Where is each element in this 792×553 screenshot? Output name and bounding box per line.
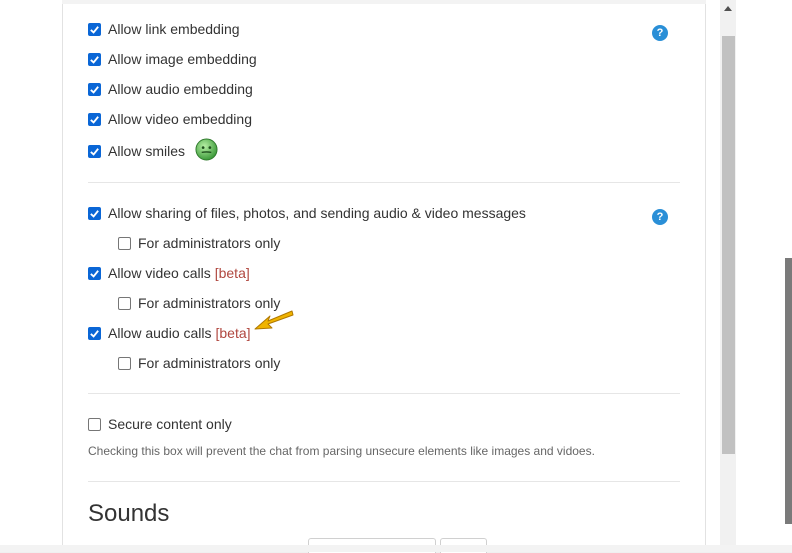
audio-calls-admins-only-label: For administrators only: [138, 355, 281, 371]
allow-audio-calls-row[interactable]: Allow audio calls [beta]: [88, 323, 251, 343]
allow-link-embedding-row[interactable]: Allow link embedding: [88, 19, 240, 39]
allow-smiles-label: Allow smiles: [108, 143, 186, 159]
allow-audio-embedding-row[interactable]: Allow audio embedding: [88, 79, 253, 99]
secure-content-label: Secure content only: [108, 416, 232, 432]
sounds-heading: Sounds: [88, 500, 170, 527]
allow-image-embedding-checkbox[interactable]: [88, 52, 101, 66]
audio-calls-admins-only-checkbox[interactable]: [118, 356, 131, 370]
panel-top-edge: [62, 0, 706, 4]
allow-smiles-row[interactable]: Allow smiles: [88, 138, 218, 164]
secure-content-hint: Checking this box will prevent the chat …: [88, 444, 595, 458]
allow-video-calls-checkbox[interactable]: [88, 266, 101, 280]
allow-image-embedding-label: Allow image embedding: [108, 51, 257, 67]
help-icon[interactable]: ?: [652, 209, 668, 225]
help-icon[interactable]: ?: [652, 25, 668, 41]
allow-video-embedding-row[interactable]: Allow video embedding: [88, 109, 252, 129]
divider: [88, 393, 680, 394]
allow-smiles-checkbox[interactable]: [88, 144, 101, 158]
audio-calls-admins-only-row[interactable]: For administrators only: [118, 353, 280, 373]
sharing-admins-only-checkbox[interactable]: [118, 236, 131, 250]
allow-sharing-label: Allow sharing of files, photos, and send…: [108, 205, 526, 221]
divider: [88, 182, 680, 183]
bottom-edge: [0, 545, 792, 552]
allow-audio-calls-label: Allow audio calls: [108, 325, 212, 341]
video-calls-admins-only-checkbox[interactable]: [118, 296, 131, 310]
allow-audio-embedding-label: Allow audio embedding: [108, 81, 253, 97]
allow-audio-calls-checkbox[interactable]: [88, 326, 101, 340]
arrow-pointer-icon: [252, 307, 296, 342]
smiley-icon: [195, 138, 218, 164]
allow-image-embedding-row[interactable]: Allow image embedding: [88, 49, 257, 69]
allow-video-embedding-checkbox[interactable]: [88, 112, 101, 126]
scroll-up-icon[interactable]: [720, 0, 736, 17]
sharing-admins-only-label: For administrators only: [138, 235, 281, 251]
allow-sharing-row[interactable]: Allow sharing of files, photos, and send…: [88, 203, 526, 223]
allow-link-embedding-checkbox[interactable]: [88, 22, 101, 36]
secure-content-row[interactable]: Secure content only: [88, 414, 232, 434]
allow-video-calls-label: Allow video calls: [108, 265, 211, 281]
allow-link-embedding-label: Allow link embedding: [108, 21, 240, 37]
scrollbar-thumb[interactable]: [722, 36, 735, 454]
beta-tag: [beta]: [214, 265, 250, 281]
allow-audio-embedding-checkbox[interactable]: [88, 82, 101, 96]
allow-sharing-checkbox[interactable]: [88, 206, 101, 220]
allow-video-embedding-label: Allow video embedding: [108, 111, 252, 127]
divider: [88, 481, 680, 482]
secure-content-checkbox[interactable]: [88, 417, 101, 431]
allow-video-calls-row[interactable]: Allow video calls [beta]: [88, 263, 250, 283]
beta-tag: [beta]: [215, 325, 251, 341]
sharing-admins-only-row[interactable]: For administrators only: [118, 233, 280, 253]
page-scrollbar-thumb[interactable]: [785, 258, 792, 524]
